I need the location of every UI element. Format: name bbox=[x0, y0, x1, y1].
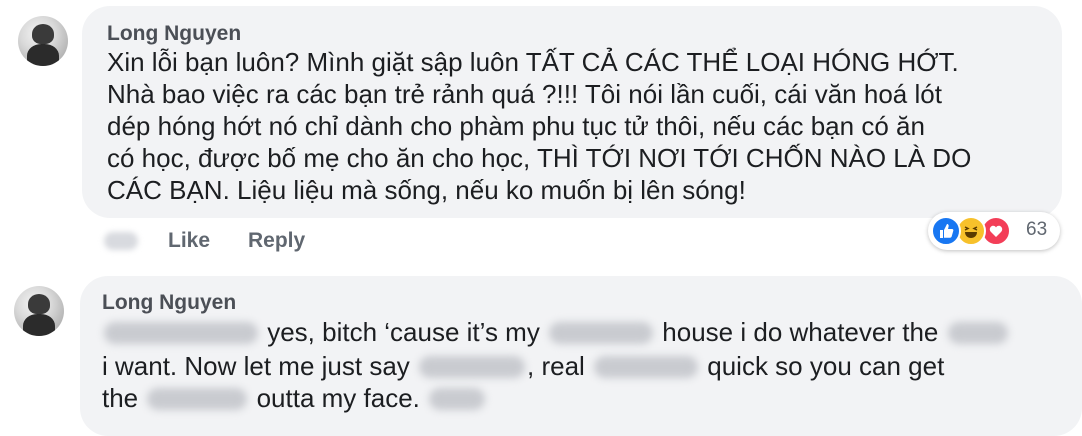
like-icon bbox=[931, 216, 961, 246]
comment-text: i want. Now let me just say bbox=[102, 351, 417, 381]
like-button[interactable]: Like bbox=[168, 229, 210, 253]
blurred-mention bbox=[104, 322, 258, 344]
comment-text: Xin lỗi bạn luôn? Mình giặt sập luôn TẤT… bbox=[107, 47, 972, 205]
blurred-word bbox=[419, 356, 525, 378]
blurred-timestamp bbox=[104, 232, 138, 250]
comment-text: yes, bitch ‘cause it’s my bbox=[260, 317, 548, 347]
comment-text: the bbox=[102, 383, 146, 413]
avatar[interactable] bbox=[18, 16, 68, 66]
reaction-summary[interactable]: 63 bbox=[928, 212, 1060, 250]
reply-button[interactable]: Reply bbox=[248, 229, 305, 253]
comment-line: i want. Now let me just say , real quick… bbox=[102, 350, 944, 382]
reaction-count: 63 bbox=[1026, 219, 1048, 240]
comment-line: yes, bitch ‘cause it’s my house i do wha… bbox=[102, 316, 1010, 348]
blurred-word bbox=[147, 388, 248, 410]
blurred-word bbox=[594, 356, 699, 378]
comment-text: house i do whatever the bbox=[655, 317, 946, 347]
avatar[interactable] bbox=[14, 286, 64, 336]
comment-text: , real bbox=[527, 351, 593, 381]
blurred-word bbox=[549, 322, 654, 344]
comment-text: outta my face. bbox=[249, 383, 428, 413]
comment-author[interactable]: Long Nguyen bbox=[102, 291, 236, 315]
blurred-word bbox=[947, 322, 1008, 344]
comment-author[interactable]: Long Nguyen bbox=[107, 22, 241, 46]
blurred-word bbox=[429, 388, 486, 410]
comment-text: quick so you can get bbox=[700, 351, 945, 381]
comment-line: the outta my face. bbox=[102, 382, 487, 414]
